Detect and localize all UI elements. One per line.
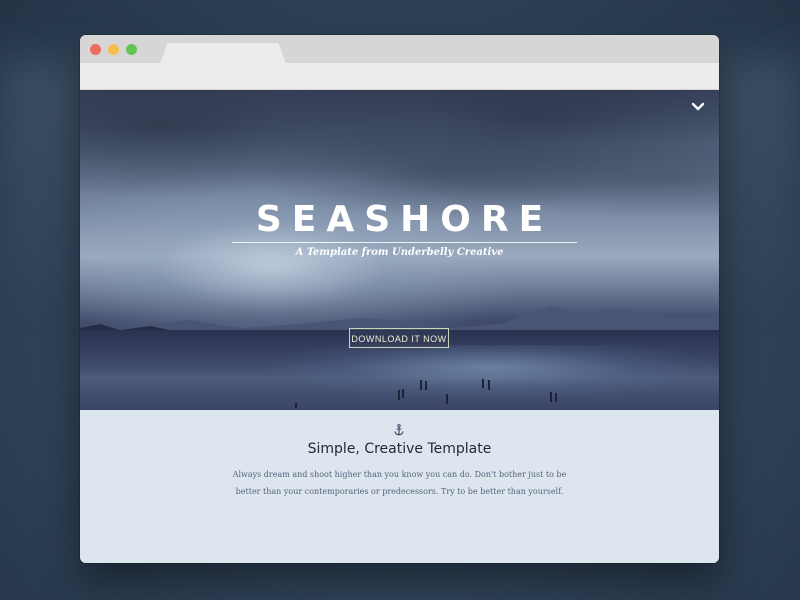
content-section: Simple, Creative Template Always dream a… (80, 410, 719, 563)
download-button[interactable]: DOWNLOAD IT NOW (349, 328, 449, 348)
browser-tab[interactable] (160, 43, 286, 64)
chevron-down-icon[interactable] (691, 102, 705, 112)
hero-water (260, 345, 719, 400)
anchor-icon (394, 424, 404, 436)
hero-section: SEASHORE A Template from Underbelly Crea… (80, 90, 719, 410)
browser-window: SEASHORE A Template from Underbelly Crea… (80, 35, 719, 563)
hero-subtitle: A Template from Underbelly Creative (295, 247, 504, 258)
close-window-button[interactable] (90, 44, 101, 55)
hero-divider (232, 242, 577, 243)
content-title: Simple, Creative Template (307, 441, 492, 457)
hero-clouds (80, 90, 719, 270)
hero-title: SEASHORE (255, 199, 554, 240)
browser-toolbar (80, 63, 719, 90)
content-body: Always dream and shoot higher than you k… (232, 470, 567, 496)
window-titlebar (80, 35, 719, 64)
maximize-window-button[interactable] (126, 44, 137, 55)
minimize-window-button[interactable] (108, 44, 119, 55)
